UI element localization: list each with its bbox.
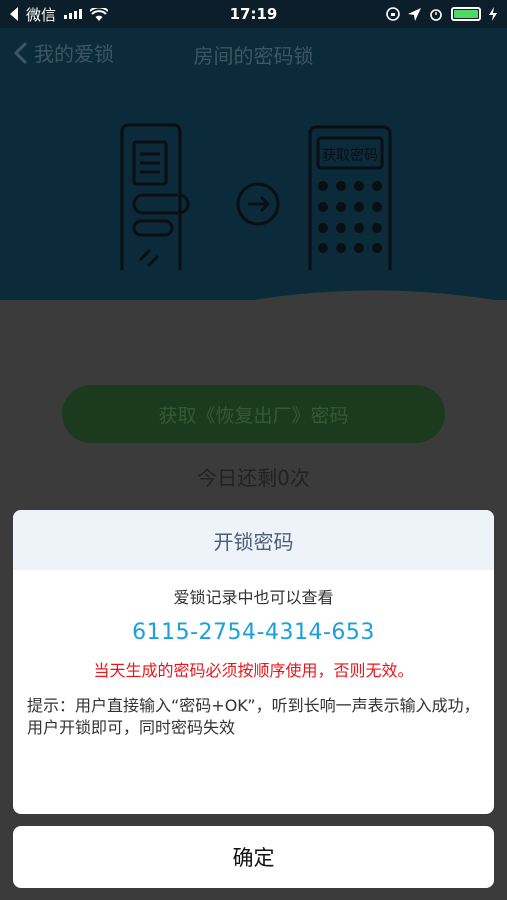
nav-bar: 我的爱锁 房间的密码锁 bbox=[0, 28, 507, 80]
dialog-warning: 当天生成的密码必须按顺序使用，否则无效。 bbox=[93, 661, 414, 680]
dialog-title: 开锁密码 bbox=[13, 510, 494, 570]
remaining-count-text: 今日还剩0次 bbox=[197, 466, 310, 490]
confirm-button[interactable]: 确定 bbox=[13, 826, 494, 888]
status-bar: 微信 17:19 bbox=[0, 0, 507, 28]
arrow-right-icon bbox=[236, 182, 280, 226]
password-dialog: 开锁密码 爱锁记录中也可以查看 6115-2754-4314-653 当天生成的… bbox=[13, 510, 494, 814]
battery-fill bbox=[454, 10, 478, 18]
dialog-subtitle: 爱锁记录中也可以查看 bbox=[173, 588, 334, 607]
status-time: 17:19 bbox=[229, 5, 278, 23]
keypad-display-label: 获取密码 bbox=[322, 147, 378, 164]
get-reset-password-button[interactable]: 获取《恢复出厂》密码 bbox=[62, 385, 445, 443]
battery-icon bbox=[451, 7, 481, 21]
page-title: 房间的密码锁 bbox=[193, 44, 314, 68]
unlock-code: 6115-2754-4314-653 bbox=[132, 620, 375, 645]
app-screen: 微信 17:19 我的爱锁 房间的密码锁 获取密码 获取《恢复出厂》密码 今日还… bbox=[0, 0, 507, 900]
door-lock-icon bbox=[120, 123, 190, 277]
keypad-buttons bbox=[318, 181, 382, 253]
dialog-tip: 提示：用户直接输入“密码+OK”，听到长响一声表示输入成功，用户开锁即可，同时密… bbox=[27, 696, 480, 737]
